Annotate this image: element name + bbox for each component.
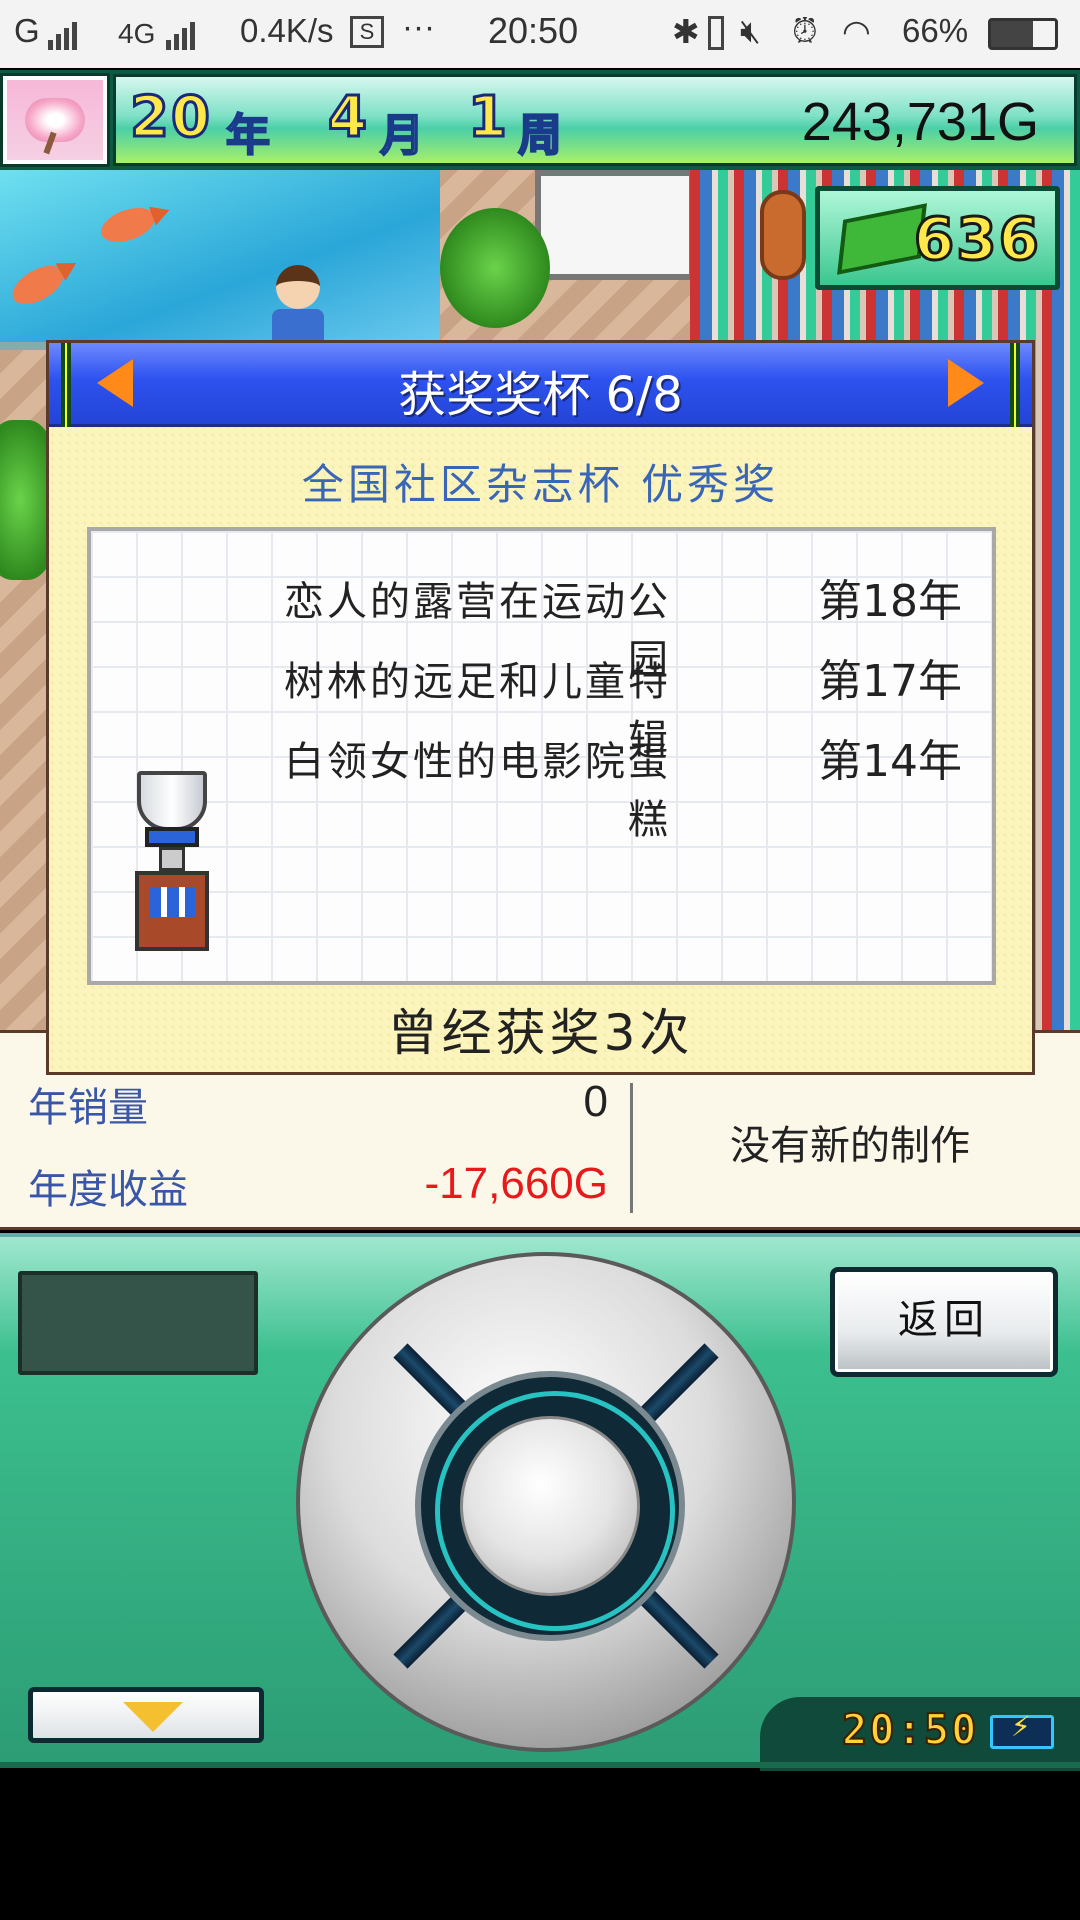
week-number: 1: [467, 84, 509, 152]
fish-icon: [96, 201, 160, 249]
award-trophy-dialog: 获奖奖杯 6/8 全国社区杂志杯 优秀奖 恋人的露营在运动公园 第18年 树林的…: [46, 340, 1035, 1075]
whiteboard: [535, 170, 695, 280]
battery-percent: 66%: [902, 12, 969, 49]
staff-character[interactable]: [268, 265, 328, 349]
signal-icon-2: [162, 12, 198, 50]
trophy-stem: [159, 847, 185, 871]
list-item: 树林的远足和儿童特辑 第17年: [91, 641, 992, 763]
profit-value: -17,660G: [424, 1159, 608, 1208]
alarm-icon: ⏰︎: [792, 12, 818, 49]
production-status: 没有新的制作: [730, 1123, 970, 1169]
year-unit: 年: [225, 109, 271, 162]
status-bar: G 4G 0.4K/s S ··· 20:50 ✱ 🔇︎ ⏰︎ ◠ 66%: [0, 0, 1080, 68]
date-bar: 20 年 4 月 1 周 243,731G: [113, 74, 1077, 166]
battery-icon: [988, 18, 1058, 50]
grandfather-clock: [760, 190, 806, 280]
trophy-cup: [137, 771, 207, 831]
control-panel: 返回 20:50: [0, 1233, 1080, 1771]
empty-slot: [18, 1271, 258, 1375]
win-count: 曾经获奖3次: [387, 1004, 694, 1062]
dpad-dial[interactable]: [296, 1252, 796, 1752]
winner-year: 第14年: [818, 736, 962, 787]
winner-title: 白领女性的电影院蛋糕: [284, 739, 671, 843]
company-avatar[interactable]: [0, 73, 110, 167]
back-button[interactable]: 返回: [830, 1267, 1058, 1377]
sales-value: 0: [583, 1077, 608, 1126]
dial-center-button[interactable]: [460, 1416, 640, 1596]
winners-list: 恋人的露营在运动公园 第18年 树林的远足和儿童特辑 第17年 白领女性的电影院…: [87, 527, 996, 985]
trophy-base-stripes: [149, 887, 195, 917]
aquarium: [0, 170, 440, 350]
status-time: 20:50: [488, 10, 579, 51]
profit-label: 年度收益: [28, 1167, 188, 1213]
sales-label: 年销量: [28, 1085, 148, 1131]
scroll-down-button[interactable]: [28, 1687, 264, 1743]
bluetooth-icon: ✱: [672, 13, 700, 50]
list-item: 恋人的露营在运动公园 第18年: [91, 561, 992, 683]
winner-year: 第18年: [818, 576, 962, 627]
trophy-icon: [131, 771, 211, 961]
next-arrow-icon[interactable]: [938, 355, 990, 411]
week-unit: 周: [517, 109, 563, 162]
trophy-base: [135, 871, 209, 951]
books-count: 636: [912, 204, 1041, 275]
game-clock: 20:50: [841, 1704, 979, 1755]
game-screen: { "status_bar": { "carrier": "G", "netwo…: [0, 0, 1080, 1920]
month-number: 4: [327, 84, 369, 152]
books-counter: 636: [815, 186, 1060, 290]
divider: [630, 1083, 633, 1213]
list-item: 白领女性的电影院蛋糕 第14年: [91, 721, 992, 843]
character-head: [276, 265, 320, 309]
winner-year: 第17年: [818, 656, 962, 707]
year-number: 20: [129, 84, 212, 152]
money-display: 243,731G: [801, 92, 1039, 152]
plant-icon: [440, 208, 550, 328]
mute-icon: 🔇︎: [740, 12, 761, 49]
month-unit: 月: [379, 109, 425, 162]
carrier-label: G: [14, 12, 40, 49]
signal-icon: [44, 12, 80, 50]
more-icon: ···: [402, 8, 435, 45]
dialog-title-bar: 获奖奖杯 6/8: [49, 343, 1032, 427]
award-name: 全国社区杂志杯 优秀奖: [301, 460, 780, 509]
wifi-icon: ◠: [842, 13, 871, 50]
fish-icon: [6, 258, 70, 312]
game-header: 20 年 4 月 1 周 243,731G: [0, 70, 1080, 170]
battery-charging-icon: [990, 1710, 1054, 1749]
network-label: 4G: [118, 18, 156, 49]
dialog-title: 获奖奖杯 6/8: [398, 367, 683, 423]
net-speed: 0.4K/s: [240, 12, 334, 49]
vibrate-icon: [708, 16, 724, 50]
screenshot-icon: S: [350, 16, 384, 48]
trophy-band: [145, 827, 199, 847]
